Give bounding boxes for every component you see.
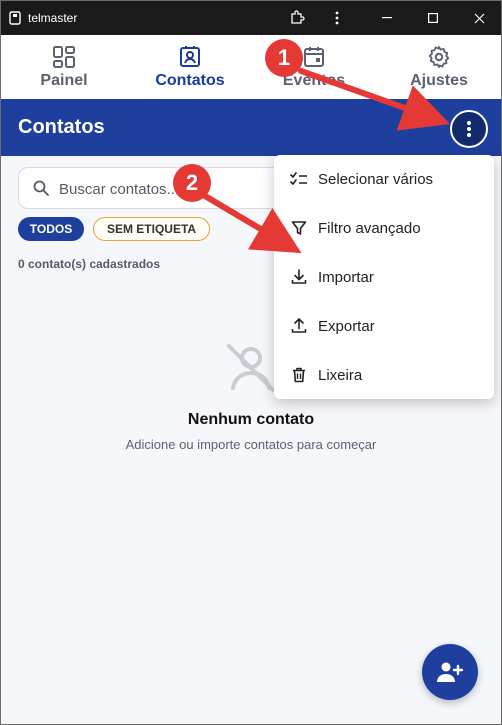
nav-painel[interactable]: Painel bbox=[9, 35, 119, 99]
close-icon bbox=[474, 13, 484, 23]
maximize-button[interactable] bbox=[410, 1, 456, 35]
filter-icon bbox=[291, 221, 307, 235]
menu-item-label: Lixeira bbox=[318, 367, 363, 384]
nav-ajustes[interactable]: Ajustes bbox=[384, 35, 494, 99]
upload-icon bbox=[291, 318, 307, 333]
menu-item-import[interactable]: Importar bbox=[274, 253, 494, 302]
contacts-icon bbox=[180, 46, 200, 67]
empty-state-title: Nenhum contato bbox=[187, 411, 315, 428]
menu-item-label: Importar bbox=[318, 269, 374, 286]
window-menu-button[interactable] bbox=[314, 1, 360, 35]
step-badge-1: 1 bbox=[265, 39, 303, 77]
search-input[interactable] bbox=[59, 178, 279, 200]
menu-item-export[interactable]: Exportar bbox=[274, 302, 494, 351]
page-header: Contatos bbox=[1, 99, 501, 156]
filter-chip-untagged[interactable]: SEM ETIQUETA bbox=[93, 217, 210, 241]
step-badge-2: 2 bbox=[173, 164, 211, 202]
dashboard-icon bbox=[53, 46, 75, 68]
trash-icon bbox=[293, 367, 305, 383]
top-navigation: Painel Contatos Eventos Ajustes bbox=[1, 35, 501, 99]
window-title: telmaster bbox=[28, 11, 78, 25]
minimize-button[interactable] bbox=[364, 1, 410, 35]
options-menu: Selecionar vários Filtro avançado Import… bbox=[274, 155, 494, 399]
filter-chip-all[interactable]: TODOS bbox=[18, 217, 84, 241]
checklist-icon bbox=[290, 172, 307, 185]
nav-painel-label: Painel bbox=[40, 72, 88, 89]
more-vertical-icon bbox=[467, 121, 471, 137]
minimize-icon bbox=[382, 17, 392, 19]
gear-icon bbox=[428, 46, 450, 68]
contact-count: 0 contato(s) cadastrados bbox=[18, 257, 161, 271]
app-icon bbox=[9, 11, 21, 25]
menu-item-advanced-filter[interactable]: Filtro avançado bbox=[274, 204, 494, 253]
menu-item-label: Selecionar vários bbox=[318, 171, 434, 188]
menu-item-label: Filtro avançado bbox=[318, 220, 421, 237]
page-title: Contatos bbox=[18, 116, 105, 138]
menu-item-label: Exportar bbox=[318, 318, 375, 335]
nav-contatos-label: Contatos bbox=[155, 72, 225, 89]
maximize-icon bbox=[428, 13, 438, 23]
download-icon bbox=[291, 269, 307, 284]
nav-ajustes-label: Ajustes bbox=[410, 72, 468, 89]
no-contacts-icon bbox=[227, 344, 275, 392]
puzzle-icon bbox=[291, 10, 305, 24]
menu-item-select-multiple[interactable]: Selecionar vários bbox=[274, 155, 494, 204]
empty-state-subtitle: Adicione ou importe contatos para começa… bbox=[125, 437, 377, 452]
add-user-icon bbox=[437, 662, 463, 682]
more-options-button[interactable] bbox=[450, 110, 488, 148]
search-icon bbox=[33, 180, 49, 196]
add-contact-button[interactable] bbox=[422, 644, 478, 700]
more-vertical-icon bbox=[335, 11, 339, 25]
app-window: telmaster Painel Contatos Eventos Ajuste… bbox=[0, 0, 502, 725]
close-button[interactable] bbox=[456, 1, 501, 35]
calendar-icon bbox=[304, 47, 324, 67]
menu-item-trash[interactable]: Lixeira bbox=[274, 351, 494, 400]
title-bar: telmaster bbox=[1, 1, 501, 35]
nav-contatos[interactable]: Contatos bbox=[135, 35, 245, 99]
